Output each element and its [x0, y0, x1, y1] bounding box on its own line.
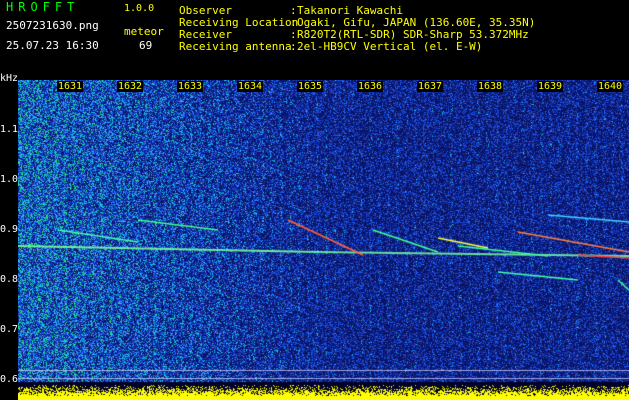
y-tick-label: 0.9 [0, 224, 19, 235]
time-tick-label: 1633 [177, 81, 204, 92]
y-tick-label: 1.1 [0, 124, 19, 135]
app-version: 1.0.0 [124, 3, 155, 14]
meteor-label: meteor [124, 25, 164, 38]
capture-datetime: 25.07.23 16:30 [6, 39, 99, 52]
time-tick-label: 1639 [537, 81, 564, 92]
header-panel: HROFFT 1.0.0 2507231630.png meteor 25.07… [0, 0, 629, 84]
time-tick-label: 1631 [57, 81, 84, 92]
y-tick-label: 0.6 [0, 374, 19, 385]
time-tick-label: 1636 [357, 81, 384, 92]
capture-filename: 2507231630.png [6, 19, 99, 32]
y-tick-label: 0.7 [0, 324, 19, 335]
antenna-value: 2el-HB9CV Vertical (el. E-W) [297, 40, 483, 53]
y-tick-label: 0.8 [0, 274, 19, 285]
y-unit-label: kHz [0, 73, 19, 84]
y-tick-label: 1.0 [0, 174, 19, 185]
time-tick-label: 1640 [597, 81, 624, 92]
time-tick-label: 1634 [237, 81, 264, 92]
time-tick-label: 1637 [417, 81, 444, 92]
app-name: HROFFT [6, 0, 80, 14]
time-tick-label: 1638 [477, 81, 504, 92]
antenna-label: Receiving antenna [179, 40, 292, 53]
meteor-count: 69 [139, 39, 153, 52]
time-tick-label: 1635 [297, 81, 324, 92]
spectrogram-canvas [18, 80, 629, 400]
time-tick-label: 1632 [117, 81, 144, 92]
antenna-colon: : [290, 40, 297, 53]
